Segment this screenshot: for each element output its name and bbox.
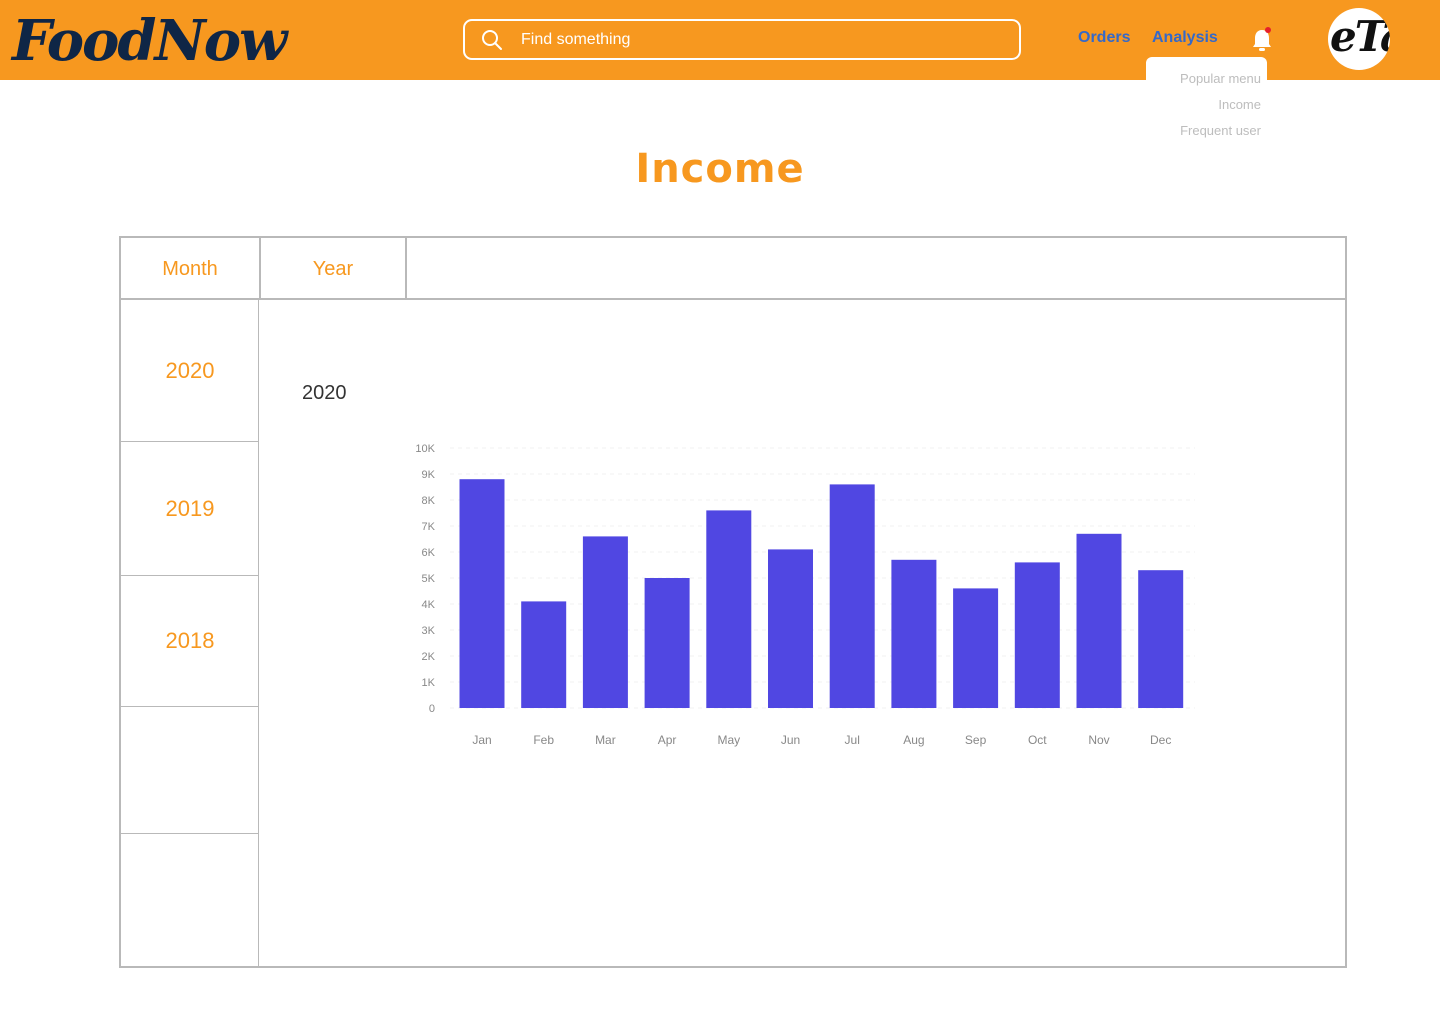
chart-title: 2020: [302, 382, 347, 404]
income-bar-chart: 0 1K 2K 3K 4K 5K 6K 7K 8K 9K 10K Jan Feb Mar Apr May Jun…: [415, 443, 1195, 747]
bar-may: [706, 510, 752, 708]
search-icon[interactable]: [481, 29, 503, 51]
bar-mar: [582, 536, 628, 708]
y-tick-label: 10K: [415, 443, 435, 455]
year-item-empty: [121, 707, 259, 834]
page-title: Income: [635, 146, 805, 192]
x-tick-label: Aug: [903, 733, 924, 747]
year-item-2018[interactable]: 2018: [121, 576, 259, 707]
menu-item-frequent-user[interactable]: Frequent user: [1180, 123, 1261, 138]
bar-dec: [1138, 570, 1184, 708]
analysis-dropdown-menu: Popular menu Income Frequent user: [1146, 57, 1267, 147]
nav-analysis-link[interactable]: Analysis: [1152, 29, 1218, 47]
y-tick-label: 0: [429, 703, 435, 715]
y-tick-label: 5K: [422, 573, 436, 585]
bar-jul: [829, 484, 875, 708]
year-list: 2020 2019 2018: [121, 300, 259, 966]
bar-sep: [953, 588, 999, 708]
bar-jan: [459, 479, 505, 708]
y-tick-label: 6K: [422, 547, 436, 559]
notification-dot: [1265, 27, 1271, 33]
x-tick-label: May: [717, 733, 740, 747]
x-tick-label: Jan: [472, 733, 491, 747]
y-tick-label: 1K: [422, 677, 436, 689]
x-tick-label: Jul: [845, 733, 860, 747]
tab-month[interactable]: Month: [121, 238, 261, 300]
y-tick-label: 8K: [422, 495, 436, 507]
avatar-text: eTal: [1330, 12, 1390, 61]
x-tick-label: Oct: [1028, 733, 1047, 747]
tab-year[interactable]: Year: [261, 238, 407, 300]
bar-apr: [644, 578, 690, 708]
menu-item-popular-menu[interactable]: Popular menu: [1180, 71, 1261, 86]
y-tick-label: 7K: [422, 521, 436, 533]
nav-orders-link[interactable]: Orders: [1078, 29, 1130, 47]
x-tick-label: Jun: [781, 733, 800, 747]
x-tick-label: Sep: [965, 733, 987, 747]
search-bar[interactable]: Find something: [463, 19, 1021, 60]
avatar[interactable]: eTal: [1328, 8, 1390, 70]
x-tick-label: Mar: [595, 733, 616, 747]
y-tick-label: 9K: [422, 469, 436, 481]
x-tick-label: Nov: [1088, 733, 1109, 747]
bar-nov: [1076, 533, 1122, 708]
x-tick-label: Apr: [658, 733, 677, 747]
y-tick-label: 3K: [422, 625, 436, 637]
bar-aug: [891, 559, 937, 708]
y-tick-label: 2K: [422, 651, 436, 663]
year-item-2020[interactable]: 2020: [121, 300, 259, 442]
year-item-2019[interactable]: 2019: [121, 442, 259, 576]
search-input[interactable]: Find something: [521, 31, 630, 49]
y-tick-label: 4K: [422, 599, 436, 611]
x-tick-label: Feb: [533, 733, 554, 747]
logo[interactable]: FoodNow: [12, 6, 287, 76]
bar-oct: [1014, 562, 1060, 708]
tab-bar: Month Year: [121, 238, 1345, 300]
x-tick-label: Dec: [1150, 733, 1171, 747]
bar-feb: [521, 601, 567, 708]
menu-item-income[interactable]: Income: [1218, 97, 1261, 112]
bar-jun: [768, 549, 813, 708]
